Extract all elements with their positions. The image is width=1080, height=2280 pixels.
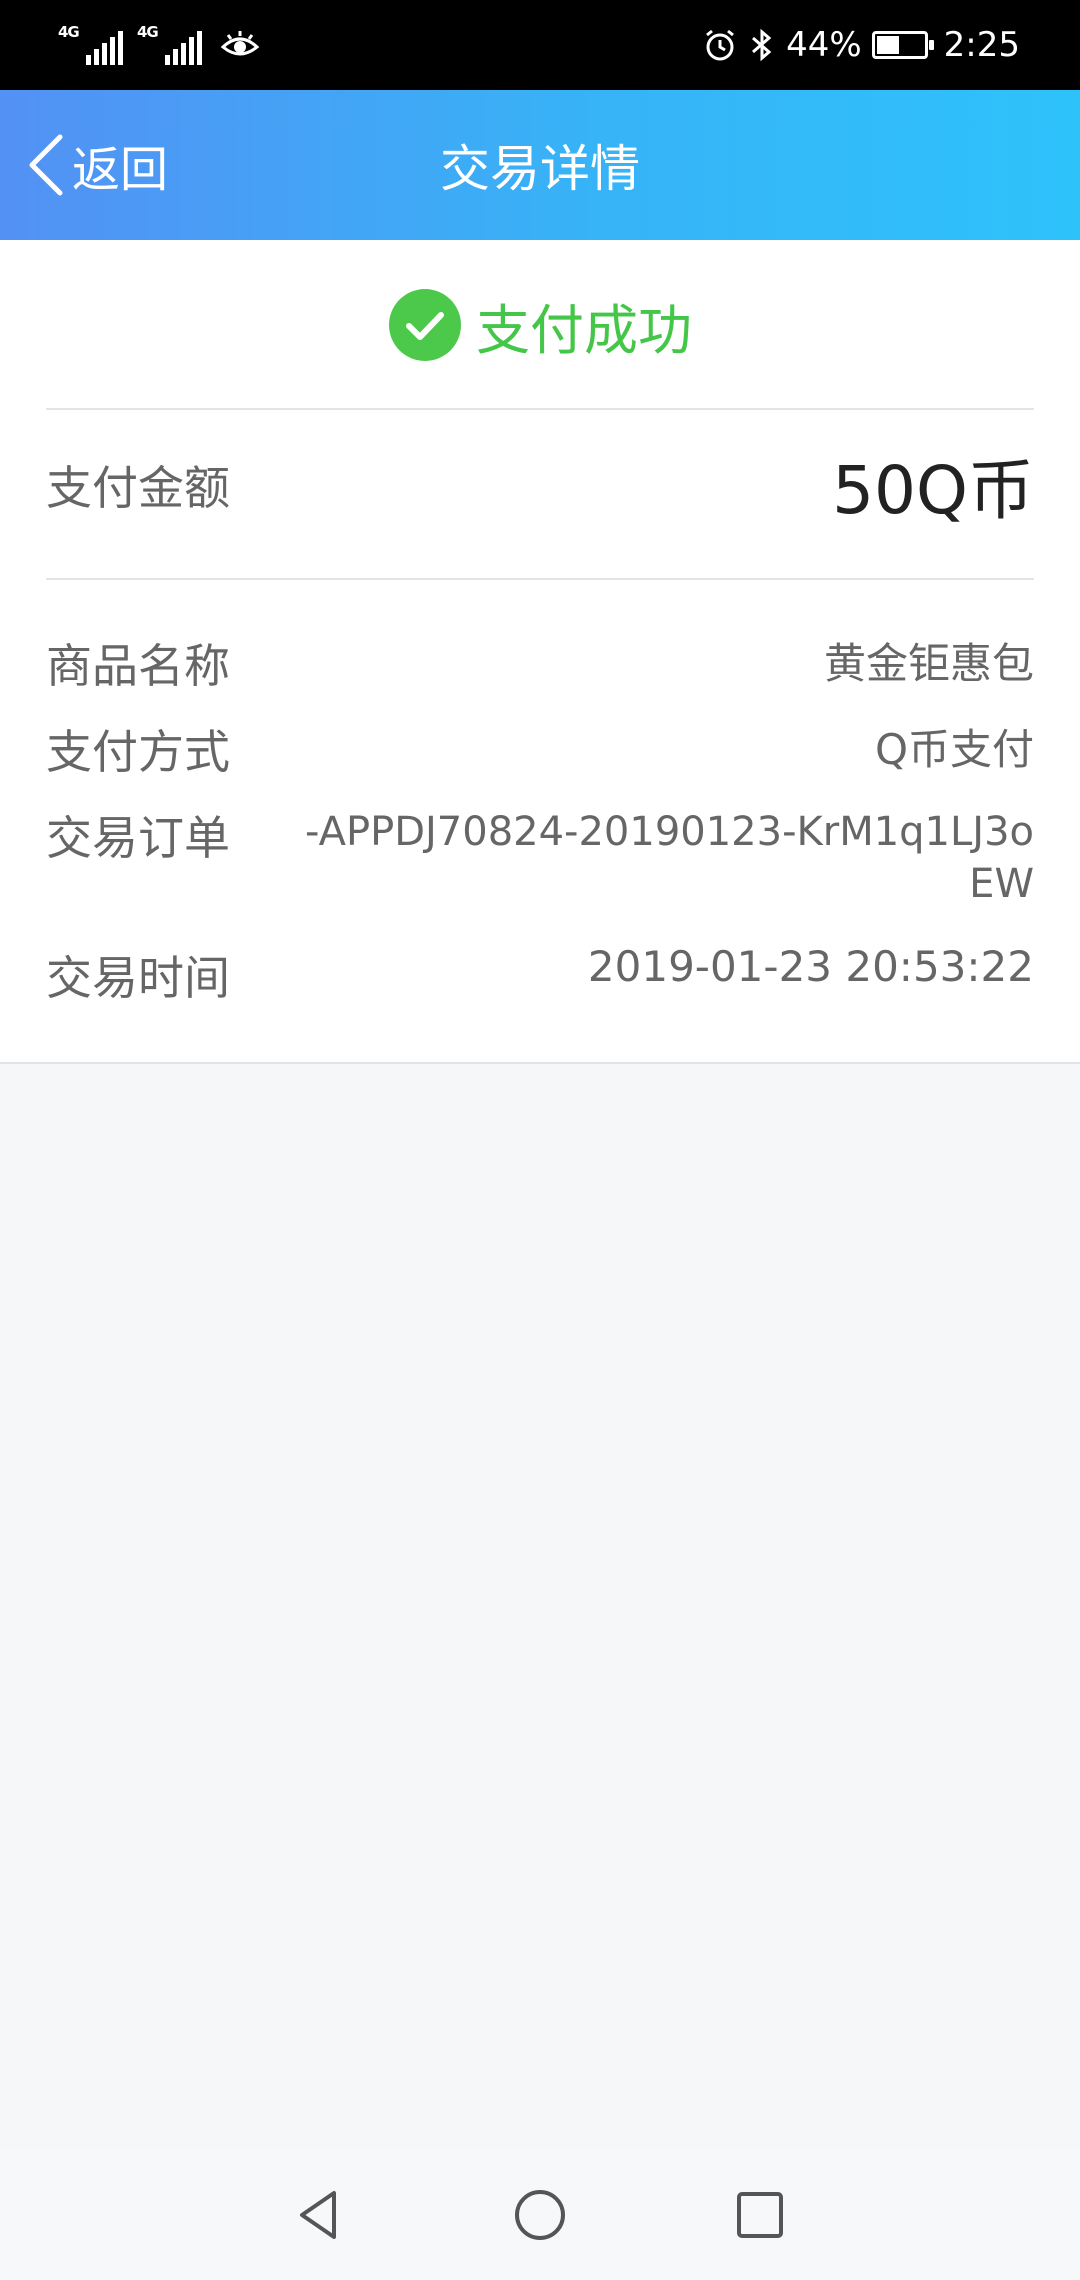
amount-label: 支付金额 (46, 461, 230, 515)
amount-row: 支付金额 50Q币 (46, 410, 1034, 560)
product-label: 商品名称 (46, 639, 230, 693)
nav-home-icon[interactable] (510, 2185, 570, 2245)
signal-1-icon: 4G (58, 23, 123, 65)
battery-percent: 44% (786, 25, 862, 65)
method-value: Q币支付 (874, 725, 1034, 774)
app-header: 交易详情 返回 (0, 90, 1080, 240)
order-value: -APPDJ70824-20190123-KrM1q1LJ3oEW (305, 809, 1034, 907)
network-type-1: 4G (58, 23, 80, 41)
time-row: 交易时间 2019-01-23 20:53:22 (46, 942, 1034, 1008)
battery-icon (871, 31, 934, 59)
back-button[interactable]: 返回 (26, 130, 168, 200)
payment-status: 支付成功 (0, 280, 1080, 370)
eye-comfort-icon (220, 31, 260, 56)
status-left: 4G 4G (58, 23, 260, 65)
clock: 2:25 (943, 25, 1020, 65)
method-label: 支付方式 (46, 725, 230, 779)
time-label: 交易时间 (46, 951, 230, 1005)
time-value: 2019-01-23 20:53:22 (587, 942, 1034, 991)
method-row: 支付方式 Q币支付 (46, 716, 1034, 782)
network-type-2: 4G (137, 23, 159, 41)
screen: 4G 4G 44% 2:25 交易详情 返回 支付成功 支付金额 50Q币 商品… (0, 0, 1080, 2280)
status-text: 支付成功 (476, 298, 692, 362)
order-label: 交易订单 (46, 811, 230, 865)
transaction-card: 支付成功 支付金额 50Q币 商品名称 黄金钜惠包 支付方式 Q币支付 交易订单… (0, 240, 1080, 1064)
nav-back-icon[interactable] (290, 2185, 350, 2245)
amount-value: 50Q币 (832, 452, 1034, 529)
order-row: 交易订单 -APPDJ70824-20190123-KrM1q1LJ3oEW (46, 802, 1034, 910)
product-value: 黄金钜惠包 (823, 639, 1034, 688)
nav-recents-icon[interactable] (730, 2185, 790, 2245)
status-bar: 4G 4G 44% 2:25 (0, 0, 1080, 90)
status-right: 44% 2:25 (702, 25, 1030, 65)
back-label: 返回 (72, 142, 169, 198)
alarm-icon (706, 29, 734, 61)
bluetooth-icon (752, 28, 772, 62)
divider (46, 578, 1034, 580)
chevron-left-icon (29, 134, 63, 196)
product-row: 商品名称 黄金钜惠包 (46, 630, 1034, 696)
system-nav-bar (0, 2150, 1080, 2280)
success-check-icon (389, 289, 461, 361)
signal-2-icon: 4G (137, 23, 202, 65)
